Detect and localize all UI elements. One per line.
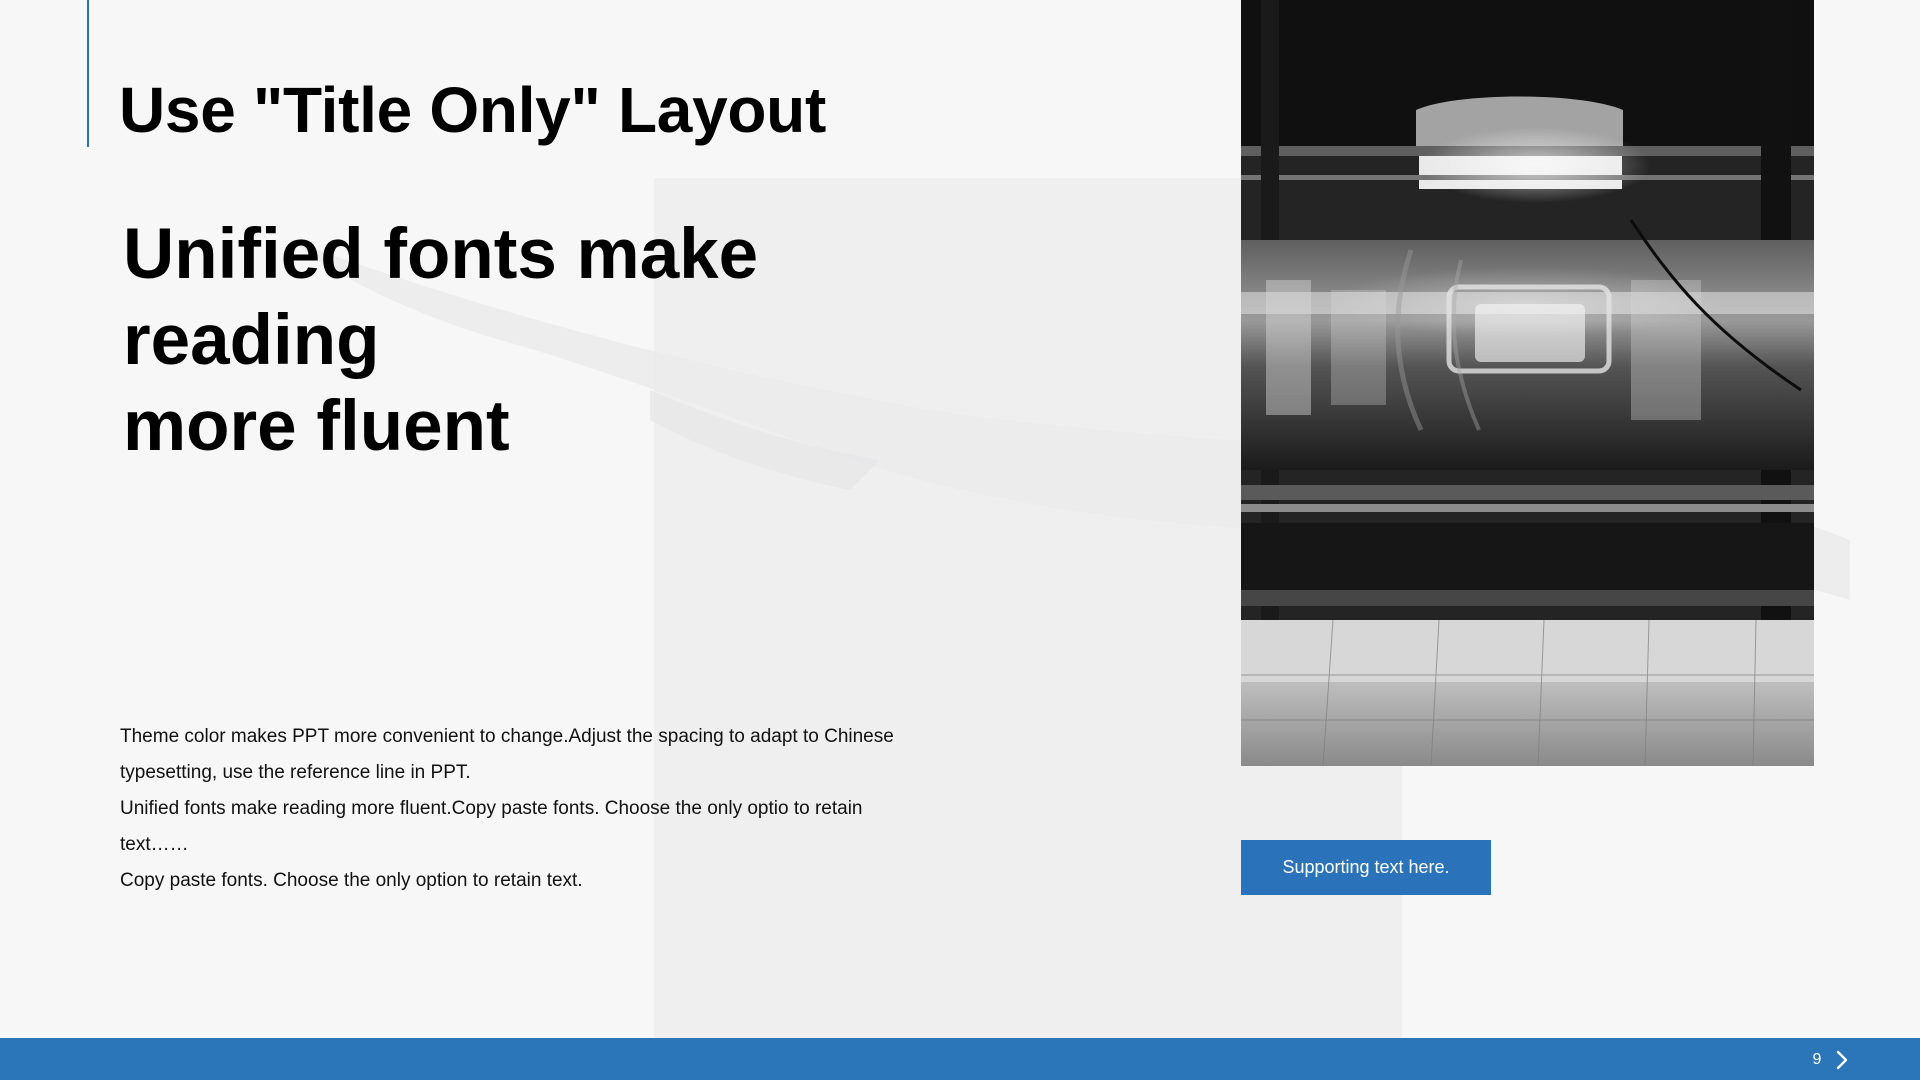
body-text-block: Theme color makes PPT more convenient to… <box>120 719 910 899</box>
body-paragraph-3: Copy paste fonts. Choose the only option… <box>120 870 583 891</box>
headline-line-2: reading <box>123 301 380 380</box>
next-slide-button[interactable] <box>1828 1046 1856 1074</box>
page-number: 9 <box>1812 1051 1822 1068</box>
headline-text: Unified fonts make reading more fluent <box>123 212 883 470</box>
supporting-text-button[interactable]: Supporting text here. <box>1241 840 1491 895</box>
body-paragraph-2: Unified fonts make reading more fluent.C… <box>120 798 863 855</box>
subway-photo-illustration <box>1241 0 1814 766</box>
headline-line-1: Unified fonts make <box>123 215 759 294</box>
footer-bar <box>0 1038 1920 1080</box>
title-accent-line <box>87 0 89 147</box>
body-paragraph-1: Theme color makes PPT more convenient to… <box>120 726 894 783</box>
chevron-right-icon <box>1836 1050 1848 1070</box>
headline-line-3: more fluent <box>123 387 510 466</box>
subway-platform-image <box>1241 0 1814 766</box>
slide-title: Use "Title Only" Layout <box>119 74 826 146</box>
